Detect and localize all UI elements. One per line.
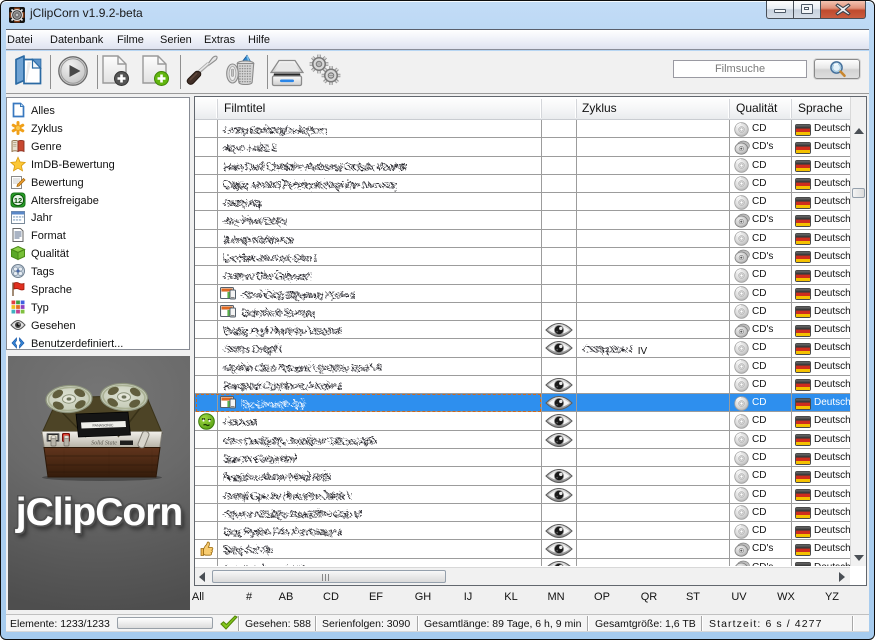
svg-text:Solid State: Solid State xyxy=(91,441,117,447)
svg-text:12: 12 xyxy=(14,195,22,204)
svg-text:PANASONIC: PANASONIC xyxy=(93,423,114,427)
